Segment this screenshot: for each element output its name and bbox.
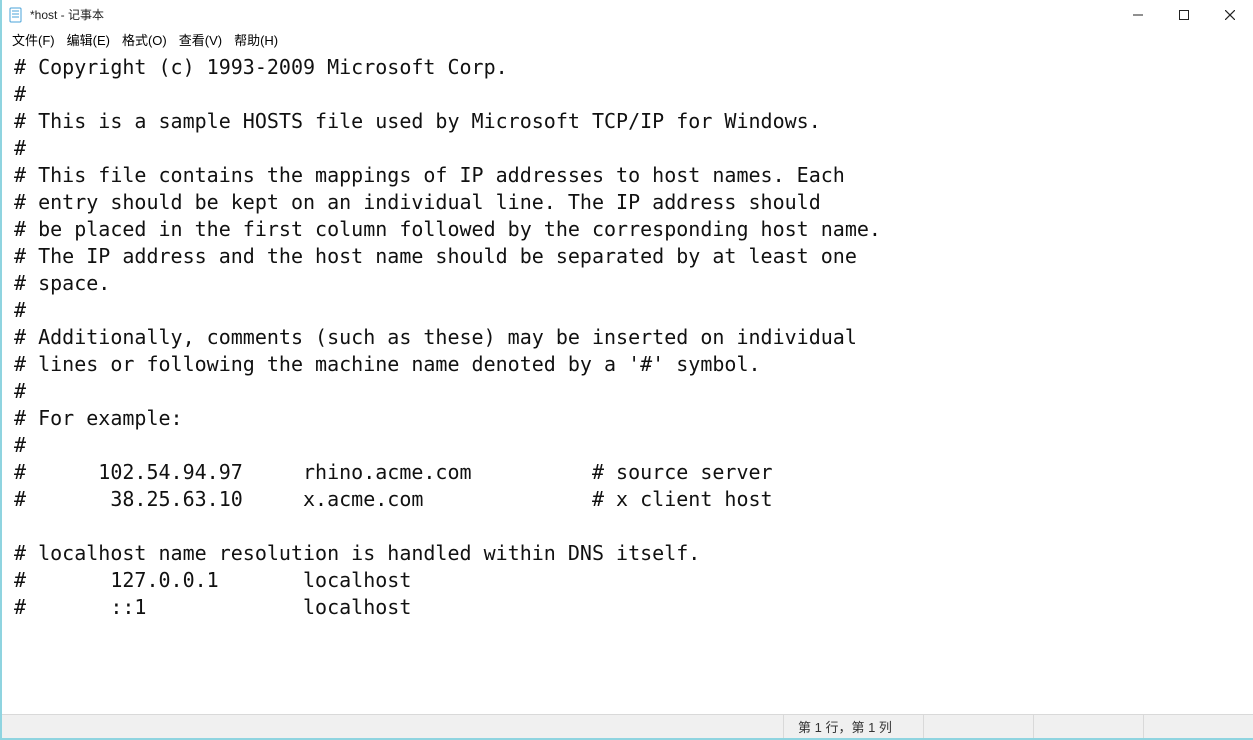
notepad-window: *host - 记事本 文件(F) 编辑(E) 格式(O) 查看(V) 帮助(H… xyxy=(0,0,1253,740)
minimize-button[interactable] xyxy=(1115,0,1161,30)
editor-area[interactable]: # Copyright (c) 1993-2009 Microsoft Corp… xyxy=(2,52,1253,714)
menu-help[interactable]: 帮助(H) xyxy=(234,30,278,52)
notepad-icon xyxy=(8,7,24,23)
window-controls xyxy=(1115,0,1253,30)
menu-edit[interactable]: 编辑(E) xyxy=(67,30,110,52)
menu-format[interactable]: 格式(O) xyxy=(122,30,167,52)
close-button[interactable] xyxy=(1207,0,1253,30)
menu-file[interactable]: 文件(F) xyxy=(12,30,55,52)
status-empty-1 xyxy=(923,715,1033,738)
maximize-button[interactable] xyxy=(1161,0,1207,30)
menu-view[interactable]: 查看(V) xyxy=(179,30,222,52)
status-cursor-position: 第 1 行，第 1 列 xyxy=(783,715,923,738)
status-bar: 第 1 行，第 1 列 xyxy=(2,714,1253,738)
editor-content[interactable]: # Copyright (c) 1993-2009 Microsoft Corp… xyxy=(2,52,1253,621)
status-empty-3 xyxy=(1143,715,1253,738)
status-empty-2 xyxy=(1033,715,1143,738)
title-bar[interactable]: *host - 记事本 xyxy=(2,0,1253,30)
menu-bar: 文件(F) 编辑(E) 格式(O) 查看(V) 帮助(H) xyxy=(2,30,1253,52)
window-title: *host - 记事本 xyxy=(30,0,104,30)
